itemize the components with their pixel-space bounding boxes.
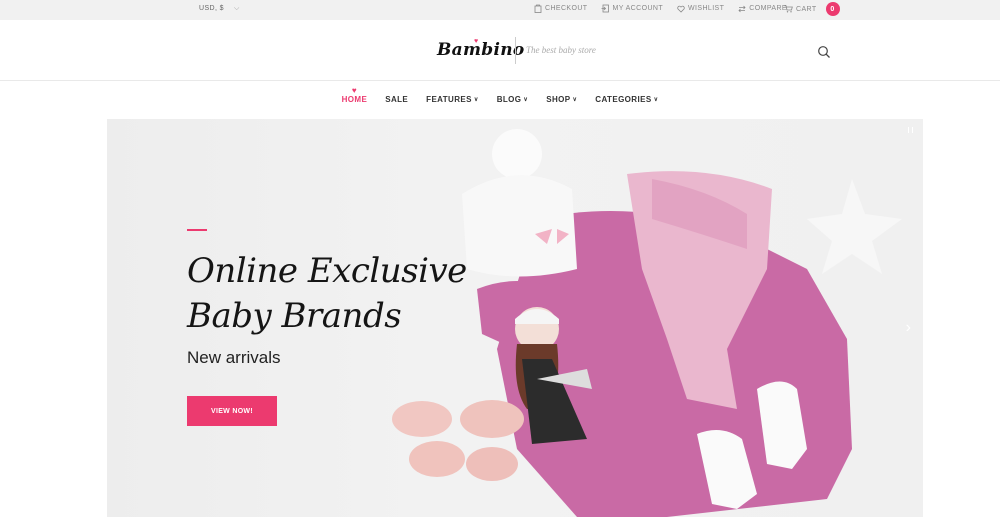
hero-title-line2: Baby Brands	[187, 296, 402, 336]
checkout-link[interactable]: CHECKOUT	[534, 4, 587, 13]
slider-pause-button[interactable]	[908, 127, 913, 133]
nav-item-features[interactable]: FEATURES ∨	[426, 88, 479, 112]
my-account-label: MY ACCOUNT	[612, 5, 664, 12]
compare-link[interactable]: COMPARE	[738, 5, 787, 13]
slider-next-arrow-icon[interactable]: ›	[906, 319, 911, 337]
my-account-link[interactable]: MY ACCOUNT	[601, 4, 663, 13]
main-nav: ♥ HOME SALE FEATURES ∨ BLOG ∨ SHOP ∨ CATEGO…	[0, 86, 1000, 112]
compare-label: COMPARE	[749, 5, 787, 12]
cart-label: CART	[796, 5, 817, 13]
cart-count-badge: 0	[825, 2, 840, 16]
site-tagline: The best baby store	[526, 45, 596, 55]
logo-heart-icon: ♥	[474, 38, 479, 45]
nav-item-shop[interactable]: SHOP ∨	[546, 88, 577, 112]
nav-item-categories[interactable]: CATEGORIES ∨	[595, 88, 658, 112]
nav-item-home[interactable]: ♥ HOME	[341, 86, 368, 112]
checkout-label: CHECKOUT	[545, 5, 588, 12]
wishlist-label: WISHLIST	[688, 5, 725, 12]
nav-label-blog: BLOG	[496, 95, 522, 104]
nav-label-categories: CATEGORIES	[595, 95, 652, 104]
account-icon	[601, 4, 610, 13]
nav-heart-icon: ♥	[351, 86, 357, 95]
nav-label-home: HOME	[341, 95, 368, 104]
checkout-icon	[534, 4, 542, 13]
hero-title-line1: Online Exclusive	[187, 251, 467, 291]
cart-link[interactable]: CART 0	[784, 2, 840, 16]
top-links: CHECKOUT MY ACCOUNT WISHLIST COMPARE	[534, 4, 801, 13]
chevron-down-icon: ∨	[572, 97, 578, 103]
currency-selector[interactable]: USD, $ ⌵	[199, 5, 240, 13]
view-now-button[interactable]: VIEW NOW!	[187, 396, 277, 426]
nav-label-sale: SALE	[385, 95, 409, 104]
search-icon	[818, 46, 830, 58]
nav-label-shop: SHOP	[546, 95, 571, 104]
currency-label: USD, $	[199, 5, 224, 12]
wishlist-link[interactable]: WISHLIST	[677, 5, 724, 13]
top-bar: USD, $ ⌵ CHECKOUT MY ACCOUNT WISHLIST COM…	[0, 0, 1000, 20]
nav-label-features: FEATURES	[426, 95, 472, 104]
hero-title: Online Exclusive Baby Brands	[187, 249, 467, 339]
hero-accent-line	[187, 229, 207, 231]
search-button[interactable]	[817, 45, 831, 64]
site-header: Bambino ♥ The best baby store	[0, 20, 1000, 81]
cart-icon	[784, 5, 793, 13]
hero-slider: › Online Exclusive Baby Brands New arriv…	[107, 119, 923, 517]
chevron-down-icon: ⌵	[233, 5, 240, 12]
chevron-down-icon: ∨	[523, 97, 529, 103]
site-logo[interactable]: Bambino	[437, 40, 525, 60]
chevron-down-icon: ∨	[473, 97, 479, 103]
logo-divider	[515, 37, 516, 64]
heart-icon	[677, 5, 685, 13]
nav-item-blog[interactable]: BLOG ∨	[497, 88, 529, 112]
nav-item-sale[interactable]: SALE	[385, 88, 408, 112]
chevron-down-icon: ∨	[653, 97, 659, 103]
compare-icon	[738, 5, 746, 12]
hero-subtitle: New arrivals	[187, 348, 281, 367]
